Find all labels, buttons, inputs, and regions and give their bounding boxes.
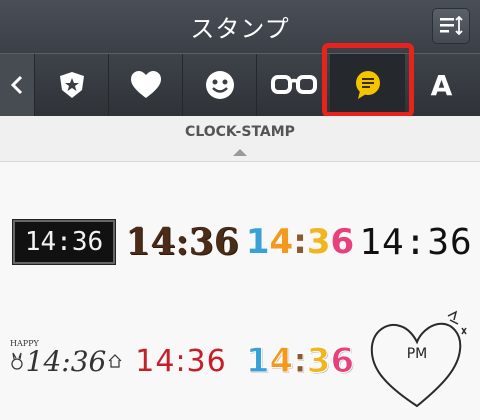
stamp-digit: : <box>293 222 307 262</box>
stamp-time: 14:36 <box>25 344 107 378</box>
house-doodle-icon <box>108 354 122 368</box>
stamp-grid: 14:36 14:36 14:36 14:36 HAPPY 14:36 14:3… <box>0 163 480 420</box>
section-title: CLOCK-STAMP <box>185 124 295 140</box>
tab-glasses[interactable] <box>256 54 330 116</box>
happy-label: HAPPY <box>10 339 39 348</box>
stamp-digit: 3 <box>306 341 331 382</box>
clock-stamp-digital-black[interactable]: 14:36 <box>13 220 115 264</box>
stamp-time: 14:36 <box>24 227 104 257</box>
clock-stamp-colorful-outline[interactable]: 14:36 <box>244 333 356 389</box>
clock-stamp-wood[interactable]: 14:36 <box>125 215 238 269</box>
clock-stamp-red[interactable]: 14:36 <box>128 335 234 387</box>
stamp-time-colorful: 14:36 <box>245 341 355 382</box>
glasses-icon <box>270 75 317 94</box>
stamp-time: 14:36 <box>125 221 239 263</box>
caret-up-icon <box>233 149 247 156</box>
clock-stamp-colorful[interactable]: 14:36 <box>246 215 354 269</box>
sort-button[interactable] <box>432 8 470 44</box>
stamp-time: 14:36 <box>135 343 227 379</box>
font-a-icon: A <box>430 68 453 102</box>
stamp-digit: : <box>293 341 308 382</box>
stamp-time: 14:36 <box>359 221 473 263</box>
tab-font[interactable]: A <box>404 54 478 116</box>
selected-tab-highlight <box>322 43 414 117</box>
page-title: スタンプ <box>190 15 290 43</box>
stamp-digit: 4 <box>269 222 294 262</box>
tab-smiley[interactable] <box>182 54 256 116</box>
stamp-digit: 6 <box>330 222 355 262</box>
tab-heart[interactable] <box>108 54 182 116</box>
star-shield-icon <box>59 72 84 98</box>
stamp-digit: 6 <box>330 341 355 382</box>
tab-star-shield[interactable] <box>34 54 108 116</box>
stamp-digit: 1 <box>245 341 270 382</box>
chevron-left-icon <box>10 75 23 95</box>
section-header: CLOCK-STAMP <box>0 116 480 162</box>
clock-stamp-handwritten[interactable]: HAPPY 14:36 <box>8 335 124 387</box>
scroll-left-button[interactable] <box>0 54 34 116</box>
sort-list-icon <box>440 16 463 36</box>
stamp-time-colorful: 14:36 <box>246 222 354 262</box>
bunny-doodle-icon <box>11 352 23 370</box>
clock-stamp-heart[interactable]: PM <box>362 308 472 413</box>
stamp-digit: 1 <box>245 222 270 262</box>
smiley-icon <box>205 71 234 99</box>
clock-stamp-segment[interactable]: 14:36 <box>359 217 471 267</box>
am-pm-label: PM <box>406 346 428 362</box>
stamp-digit: 3 <box>306 222 331 262</box>
heart-icon <box>130 71 161 98</box>
stamp-digit: 4 <box>269 341 294 382</box>
